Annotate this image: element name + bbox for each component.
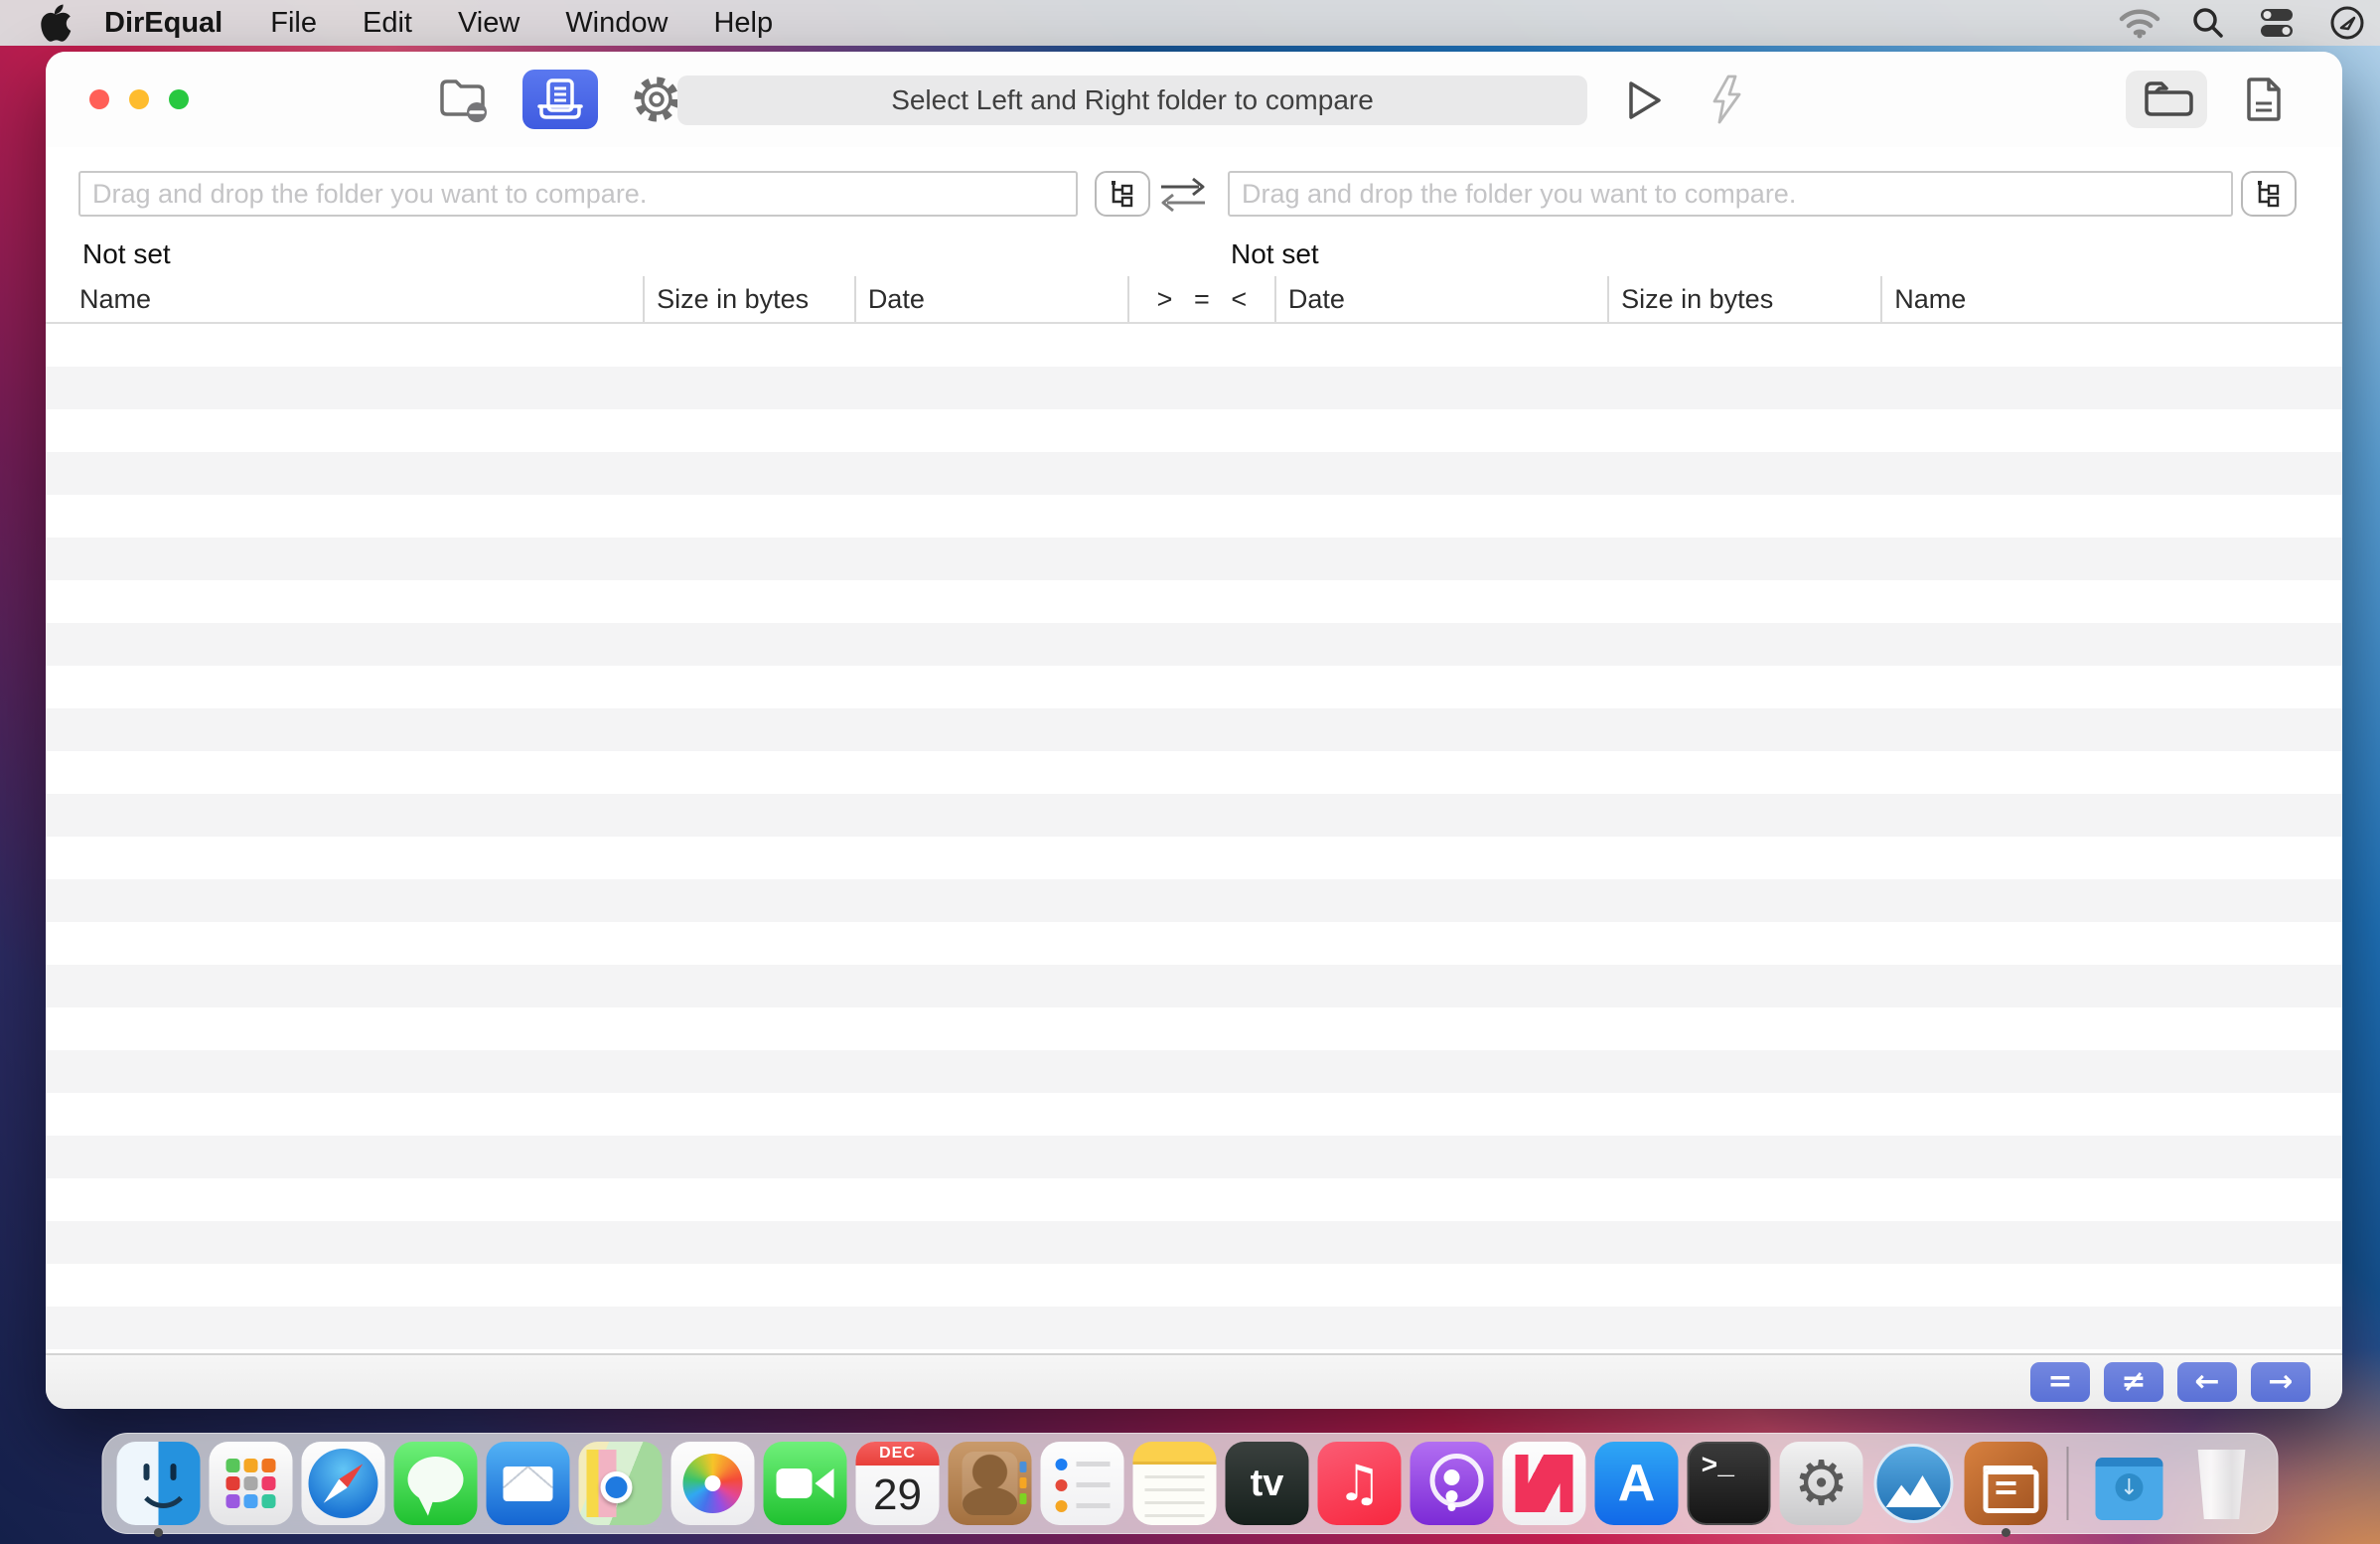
menu-bar: DirEqualFileEditViewWindowHelp bbox=[0, 0, 2380, 46]
column-header-size-right[interactable]: Size in bytes bbox=[1607, 276, 1880, 322]
quick-compare-button[interactable] bbox=[1707, 74, 1746, 130]
dock-safari-icon[interactable] bbox=[302, 1442, 385, 1525]
calendar-day-label: 29 bbox=[856, 1466, 940, 1525]
table-header: Name Size in bytes Date > = < Date Size … bbox=[46, 276, 2342, 324]
dock-messages-icon[interactable] bbox=[394, 1442, 478, 1525]
dock-contacts-icon[interactable] bbox=[949, 1442, 1032, 1525]
compare-list-button[interactable] bbox=[522, 70, 598, 129]
calendar-month-label: DEC bbox=[856, 1442, 940, 1466]
compare-equal-label: = bbox=[1194, 284, 1210, 315]
dock-launchpad-icon[interactable] bbox=[210, 1442, 293, 1525]
traffic-lights bbox=[89, 89, 189, 109]
menu-file[interactable]: File bbox=[247, 0, 340, 46]
zoom-button[interactable] bbox=[169, 89, 189, 109]
wifi-icon[interactable] bbox=[2118, 6, 2161, 40]
clock-icon[interactable] bbox=[2328, 4, 2366, 42]
dock-reminders-icon[interactable] bbox=[1041, 1442, 1124, 1525]
dock-maps-icon[interactable] bbox=[579, 1442, 663, 1525]
toolbar: Select Left and Right folder to compare bbox=[46, 52, 2342, 147]
dock-divider bbox=[2067, 1447, 2069, 1520]
right-folder-input[interactable] bbox=[1228, 171, 2233, 217]
right-folder-status: Not set bbox=[1231, 238, 1319, 270]
menu-help[interactable]: Help bbox=[690, 0, 796, 46]
dock-notes-icon[interactable] bbox=[1133, 1442, 1217, 1525]
left-folder-input[interactable] bbox=[78, 171, 1078, 217]
footer-bar: = ≠ ← → bbox=[46, 1353, 2342, 1409]
run-compare-button[interactable] bbox=[1623, 77, 1667, 128]
column-header-date-left[interactable]: Date bbox=[854, 276, 1127, 322]
dock-finder-icon[interactable] bbox=[117, 1442, 201, 1525]
column-header-date-right[interactable]: Date bbox=[1274, 276, 1607, 322]
dock: DEC29 bbox=[102, 1433, 2279, 1534]
menu-window[interactable]: Window bbox=[542, 0, 690, 46]
column-header-name-right[interactable]: Name bbox=[1880, 276, 2342, 322]
toolbar-title-text: Select Left and Right folder to compare bbox=[891, 84, 1374, 116]
minimize-button[interactable] bbox=[129, 89, 149, 109]
dock-downloads-icon[interactable] bbox=[2088, 1442, 2171, 1525]
menu-direqual[interactable]: DirEqual bbox=[79, 0, 247, 46]
compare-row bbox=[46, 171, 2342, 232]
spotlight-search-icon[interactable] bbox=[2191, 6, 2225, 40]
filter-equal-button[interactable]: = bbox=[2030, 1362, 2090, 1402]
copy-left-button[interactable]: ← bbox=[2177, 1362, 2237, 1402]
dock-trash-icon[interactable] bbox=[2180, 1442, 2264, 1525]
dock-calendar-icon[interactable]: DEC29 bbox=[856, 1442, 940, 1525]
dock-music-icon[interactable] bbox=[1318, 1442, 1402, 1525]
control-center-icon[interactable] bbox=[2255, 6, 2299, 40]
right-browse-tree-button[interactable] bbox=[2241, 171, 2297, 217]
direqual-window: Select Left and Right folder to compare bbox=[46, 52, 2342, 1409]
left-browse-tree-button[interactable] bbox=[1095, 171, 1150, 217]
dock-mountain-icon[interactable] bbox=[1872, 1442, 1956, 1525]
close-button[interactable] bbox=[89, 89, 109, 109]
apple-menu-icon[interactable] bbox=[34, 3, 79, 43]
comparison-table-body bbox=[46, 324, 2342, 1353]
toolbar-left-group bbox=[431, 70, 689, 129]
toolbar-title: Select Left and Right folder to compare bbox=[677, 76, 1587, 125]
dock-podcasts-icon[interactable] bbox=[1411, 1442, 1494, 1525]
dock-facetime-icon[interactable] bbox=[764, 1442, 847, 1525]
report-document-button[interactable] bbox=[2231, 70, 2297, 129]
open-folder-button[interactable] bbox=[2126, 71, 2207, 128]
exclude-folder-button[interactable] bbox=[431, 70, 497, 129]
status-row: Not set Not set bbox=[46, 232, 2342, 276]
left-folder-status: Not set bbox=[82, 238, 171, 270]
compare-less-label: < bbox=[1231, 284, 1247, 315]
toolbar-right-group bbox=[2126, 70, 2297, 129]
column-header-size-left[interactable]: Size in bytes bbox=[643, 276, 854, 322]
dock-tv-icon[interactable] bbox=[1226, 1442, 1309, 1525]
dock-sysprefs-icon[interactable] bbox=[1780, 1442, 1863, 1525]
dock-appstore-icon[interactable] bbox=[1595, 1442, 1679, 1525]
filter-not-equal-button[interactable]: ≠ bbox=[2104, 1362, 2163, 1402]
dock-news-icon[interactable] bbox=[1503, 1442, 1586, 1525]
dock-terminal-icon[interactable] bbox=[1688, 1442, 1771, 1525]
copy-right-button[interactable]: → bbox=[2251, 1362, 2310, 1402]
dock-photos-icon[interactable] bbox=[671, 1442, 755, 1525]
swap-folders-button[interactable] bbox=[1152, 173, 1214, 217]
dock-mail-icon[interactable] bbox=[487, 1442, 570, 1525]
compare-greater-label: > bbox=[1157, 284, 1173, 315]
dock-direqual-icon[interactable] bbox=[1965, 1442, 2048, 1525]
menu-view[interactable]: View bbox=[435, 0, 542, 46]
column-header-compare[interactable]: > = < bbox=[1127, 276, 1274, 322]
menu-items: DirEqualFileEditViewWindowHelp bbox=[79, 0, 796, 46]
menu-edit[interactable]: Edit bbox=[340, 0, 435, 46]
menu-status-icons bbox=[2118, 4, 2366, 42]
column-header-name-left[interactable]: Name bbox=[46, 276, 643, 322]
